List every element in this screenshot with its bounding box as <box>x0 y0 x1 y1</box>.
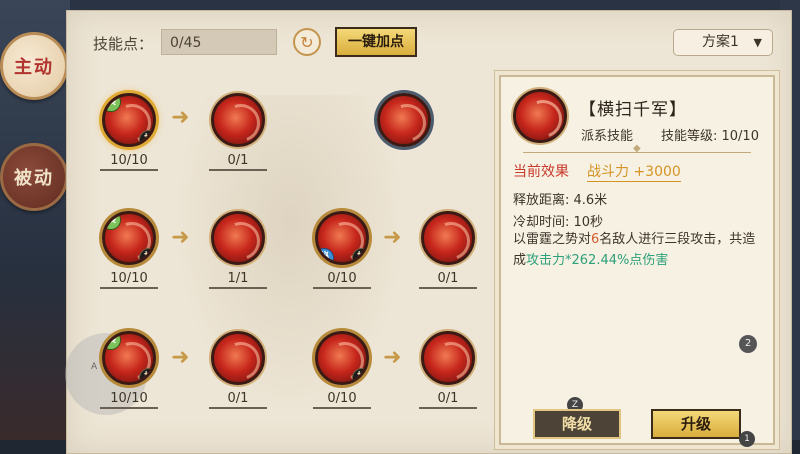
cast-range: 释放距离: 4.6米 <box>513 193 608 208</box>
skill-description: 以雷霆之势对6名敌人进行三段攻击，共造成攻击力*262.44%点伤害 <box>513 229 763 271</box>
cycle-icon: ↻ <box>300 32 314 52</box>
chevron-down-icon: ▼ <box>753 36 762 49</box>
effect-label: 当前效果 <box>513 164 569 180</box>
skill-level-text: 技能等级: 10/10 <box>661 129 759 144</box>
skill-level: 0/1 <box>209 153 267 171</box>
hint-badge-2: 2 <box>739 335 757 353</box>
skill-node-r3-c1[interactable]: 装 技 10/10 <box>100 331 158 409</box>
skill-level: 1/1 <box>209 271 267 289</box>
skill-orb: 装 技 <box>102 331 156 385</box>
skill-orb: 秘 技 <box>315 211 369 265</box>
hint-badge-1: 1 <box>739 431 755 447</box>
skill-name: 【横扫千军】 <box>579 100 687 120</box>
skill-orb <box>421 331 475 385</box>
skill-tag-badge: 技 <box>139 130 153 144</box>
skill-orb: 技 <box>315 331 369 385</box>
skill-level: 0/1 <box>419 271 477 289</box>
skill-level: 10/10 <box>100 153 158 171</box>
cooldown: 冷却时间: 10秒 <box>513 215 604 230</box>
arrow-right-icon: ➜ <box>383 225 402 250</box>
skill-detail-card: 【横扫千军】 派系技能 技能等级: 10/10 当前效果 战斗力 +3000 释… <box>499 75 775 447</box>
skill-orb <box>211 211 265 265</box>
tab-active-skills[interactable]: 主动 <box>0 32 68 100</box>
arrow-right-icon: ➜ <box>171 225 190 250</box>
skill-node-r2-c2[interactable]: 1/1 <box>209 211 267 289</box>
skill-node-r3-c4[interactable]: 0/1 <box>419 331 477 409</box>
skill-tag-badge: 技 <box>352 368 366 382</box>
reset-button[interactable]: ↻ <box>293 28 321 56</box>
auto-add-points-button[interactable]: 一键加点 <box>335 27 417 57</box>
skill-orb <box>377 93 431 147</box>
skill-tag-badge: 技 <box>352 248 366 262</box>
secret-badge: 秘 <box>318 248 334 262</box>
skill-level: 0/1 <box>209 391 267 409</box>
skill-points-label: 技能点： <box>93 35 154 53</box>
tab-passive-skills[interactable]: 被动 <box>0 143 68 211</box>
selected-skill-icon <box>513 89 569 145</box>
skill-node-r2-c1[interactable]: 装 技 10/10 <box>100 211 158 289</box>
skill-orb <box>211 331 265 385</box>
skill-node-r1-c2[interactable]: 0/1 <box>209 93 267 171</box>
effect-value: 战斗力 +3000 <box>587 161 681 182</box>
skill-orb <box>211 93 265 147</box>
skill-level: 0/10 <box>313 271 371 289</box>
skill-node-r3-c3[interactable]: 技 0/10 <box>313 331 371 409</box>
skill-node-r2-c3[interactable]: 秘 技 0/10 <box>313 211 371 289</box>
skill-node-r1-c3[interactable] <box>375 93 433 147</box>
plan-dropdown[interactable]: 方案1 ▼ <box>673 29 773 56</box>
skill-tag-badge: 技 <box>139 368 153 382</box>
joystick-left-label: A <box>91 362 98 372</box>
desc-attack: 攻击力*262.44%点伤害 <box>526 253 669 268</box>
skill-orb <box>421 211 475 265</box>
skill-level: 0/10 <box>313 391 371 409</box>
arrow-right-icon: ➜ <box>171 345 190 370</box>
divider <box>513 143 761 157</box>
skill-type: 派系技能 <box>581 129 634 144</box>
skill-node-r3-c2[interactable]: 0/1 <box>209 331 267 409</box>
arrow-right-icon: ➜ <box>383 345 402 370</box>
skill-panel: 技能点： 0/45 ↻ 一键加点 方案1 ▼ 装 技 10/10 ➜ 0/1 装… <box>65 10 792 454</box>
upgrade-button[interactable]: 升级 <box>651 409 741 439</box>
arrow-right-icon: ➜ <box>171 105 190 130</box>
skill-points-value: 0/45 <box>161 29 277 55</box>
panel-header: 技能点： 0/45 ↻ 一键加点 方案1 ▼ <box>67 11 791 67</box>
skill-tree: 装 技 10/10 ➜ 0/1 装 技 10/10 ➜ 1/1 秘 技 0/10… <box>65 65 495 453</box>
skill-level: 0/1 <box>419 391 477 409</box>
skill-node-r2-c4[interactable]: 0/1 <box>419 211 477 289</box>
desc-prefix: 以雷霆之势对 <box>513 232 592 247</box>
skill-orb: 装 技 <box>102 211 156 265</box>
skill-tag-badge: 技 <box>139 248 153 262</box>
downgrade-button[interactable]: 降级 <box>533 409 621 439</box>
skill-level: 10/10 <box>100 271 158 289</box>
skill-orb: 装 技 <box>102 93 156 147</box>
skill-level: 10/10 <box>100 391 158 409</box>
skill-node-r1-c1[interactable]: 装 技 10/10 <box>100 93 158 171</box>
plan-label: 方案1 <box>702 34 739 50</box>
